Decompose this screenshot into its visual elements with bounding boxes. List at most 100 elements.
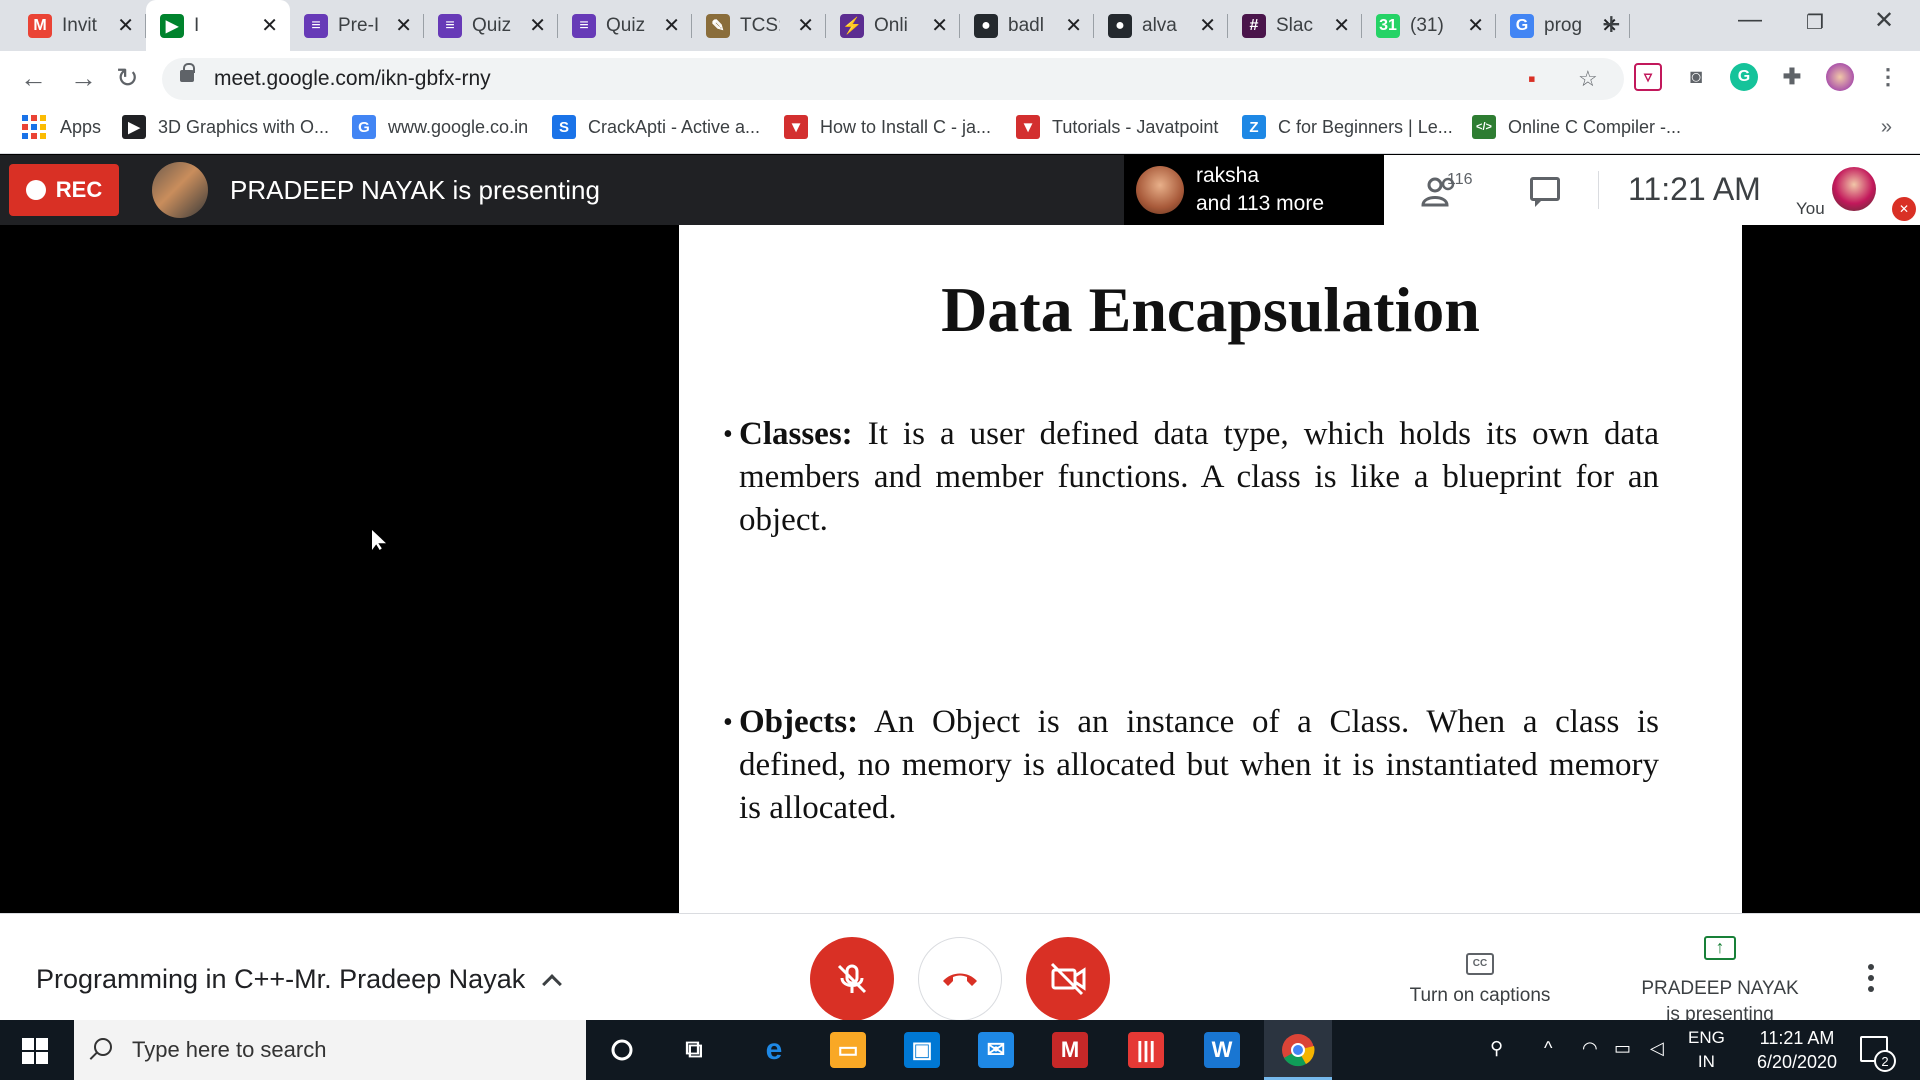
present-status-button[interactable]: PRADEEP NAYAK is presenting	[1620, 934, 1820, 1028]
bookmark-item[interactable]: </> Online C Compiler -...	[1472, 115, 1681, 139]
forms-icon: ≡	[304, 13, 328, 38]
profile-avatar[interactable]	[1826, 63, 1854, 91]
meeting-name: Programming in C++-Mr. Pradeep Nayak	[36, 964, 526, 994]
browser-tab[interactable]: ≡ Pre-I ✕	[290, 0, 424, 51]
windows-start-icon[interactable]	[22, 1038, 48, 1064]
office-app-icon[interactable]: |||	[1128, 1032, 1164, 1068]
meet-bottom-bar: Programming in C++-Mr. Pradeep Nayak CC …	[0, 913, 1920, 1025]
participant-more: and 113 more	[1196, 192, 1325, 215]
close-tab-icon[interactable]: ✕	[117, 13, 134, 38]
browser-tab[interactable]: ● badl ✕	[960, 0, 1094, 51]
presenting-title: PRADEEP NAYAK is presenting	[230, 175, 600, 205]
browser-tab-strip: M Invit ✕ ▶ I ✕ ≡ Pre-I ✕ ≡ Quiz ✕ ≡ Quiz ✕ ✎ TCS: ✕ ⚡ Onli…	[0, 0, 1920, 51]
more-options-icon[interactable]	[1868, 964, 1874, 997]
close-tab-icon[interactable]: ✕	[529, 13, 546, 38]
participants-chip[interactable]: raksha and 113 more	[1124, 155, 1384, 225]
close-tab-icon[interactable]: ✕	[1065, 13, 1082, 38]
close-tab-icon[interactable]: ✕	[261, 13, 278, 38]
mail-icon[interactable]: ✉	[978, 1032, 1014, 1068]
learn-icon: Z	[1242, 115, 1266, 139]
bookmark-item[interactable]: ▶ 3D Graphics with O...	[122, 115, 329, 139]
task-view-icon[interactable]: ⧉	[676, 1032, 712, 1068]
browser-tab[interactable]: 31 (31) ✕	[1362, 0, 1496, 51]
tcs-icon: ✎	[706, 13, 730, 38]
address-bar[interactable]: meet.google.com/ikn-gbfx-rny ▪ ☆	[162, 58, 1624, 100]
browser-tab[interactable]: # Slac ✕	[1228, 0, 1362, 51]
recording-badge[interactable]: REC	[9, 164, 119, 216]
tab-title: badl	[1008, 14, 1044, 36]
chrome-taskbar-item[interactable]	[1264, 1020, 1332, 1080]
leave-call-button[interactable]	[918, 937, 1002, 1021]
bullet-dot: •	[723, 707, 733, 738]
browser-tab[interactable]: ● alva ✕	[1094, 0, 1228, 51]
minimize-icon[interactable]: —	[1738, 6, 1762, 34]
store-icon[interactable]: ▣	[904, 1032, 940, 1068]
bookmark-label: Tutorials - Javatpoint	[1052, 116, 1219, 137]
browser-tab[interactable]: ≡ Quiz ✕	[558, 0, 692, 51]
close-tab-icon[interactable]: ✕	[1333, 13, 1350, 38]
apps-icon	[22, 115, 46, 139]
divider	[1598, 171, 1599, 209]
browser-menu-icon[interactable]: ⋮	[1874, 63, 1902, 91]
close-tab-icon[interactable]: ✕	[1199, 13, 1216, 38]
grammarly-extension-icon[interactable]: G	[1730, 63, 1758, 91]
tab-title: TCS:	[740, 14, 780, 36]
taskbar-search-box[interactable]: Type here to search	[74, 1020, 586, 1080]
browser-tab[interactable]: M Invit ✕	[14, 0, 146, 51]
system-clock[interactable]: 11:21 AM 6/20/2020	[1742, 1026, 1852, 1074]
close-tab-icon[interactable]: ✕	[1467, 13, 1484, 38]
bookmark-item[interactable]: ▼ Tutorials - Javatpoint	[1016, 115, 1218, 139]
chat-icon[interactable]	[1530, 177, 1560, 207]
bookmark-item[interactable]: Z C for Beginners | Le...	[1242, 115, 1453, 139]
meet-icon: ▶	[160, 13, 184, 38]
captions-label: Turn on captions	[1409, 985, 1551, 1006]
browser-tab[interactable]: ✎ TCS: ✕	[692, 0, 826, 51]
region-code: IN	[1697, 1052, 1715, 1071]
browser-tab[interactable]: ≡ Quiz ✕	[424, 0, 558, 51]
meeting-details-button[interactable]: Programming in C++-Mr. Pradeep Nayak	[36, 964, 563, 995]
close-window-icon[interactable]: ✕	[1874, 6, 1894, 35]
edge-icon[interactable]: e	[756, 1032, 792, 1068]
browser-tab[interactable]: ⚡ Onli ✕	[826, 0, 960, 51]
input-language[interactable]: ENG IN	[1688, 1026, 1725, 1074]
slide-bullet: • Classes: It is a user defined data typ…	[723, 413, 1659, 542]
show-hidden-icons[interactable]: ^	[1544, 1038, 1552, 1059]
bookmark-item[interactable]: Gwww.google.co.in	[352, 115, 528, 139]
forms-icon: ≡	[572, 13, 596, 38]
file-explorer-icon[interactable]: ▭	[830, 1032, 866, 1068]
bookmark-item[interactable]: S CrackApti - Active a...	[552, 115, 760, 139]
extensions-puzzle-icon[interactable]: ✚	[1778, 63, 1806, 91]
microphone-toggle-button[interactable]	[810, 937, 894, 1021]
browser-tab[interactable]: ▶ I ✕	[146, 0, 290, 51]
more-bookmarks-button[interactable]: »	[1881, 116, 1892, 139]
new-tab-button[interactable]: +	[1602, 6, 1621, 43]
close-tab-icon[interactable]: ✕	[663, 13, 680, 38]
volume-icon[interactable]: ◁	[1650, 1038, 1664, 1059]
bookmark-item[interactable]: ▼ How to Install C - ja...	[784, 115, 991, 139]
close-tab-icon[interactable]: ✕	[395, 13, 412, 38]
camera-blocked-icon[interactable]: ▪	[1528, 66, 1536, 92]
battery-icon[interactable]: ▭	[1614, 1038, 1631, 1059]
wps-writer-icon[interactable]: W	[1204, 1032, 1240, 1068]
cortana-icon[interactable]	[604, 1032, 640, 1068]
reload-icon[interactable]: ↻	[116, 63, 139, 94]
bookmark-star-icon[interactable]: ☆	[1578, 66, 1598, 92]
people-tray-icon[interactable]: ⚲	[1490, 1038, 1503, 1059]
self-avatar[interactable]	[1832, 167, 1876, 211]
screenshot-extension-icon[interactable]: ◙	[1682, 63, 1710, 91]
present-screen-icon	[1704, 934, 1736, 960]
back-icon[interactable]: ←	[20, 63, 47, 94]
lock-icon[interactable]	[180, 63, 195, 82]
close-tab-icon[interactable]: ✕	[797, 13, 814, 38]
close-tab-icon[interactable]: ✕	[931, 13, 948, 38]
meeting-clock: 11:21 AM	[1628, 171, 1761, 207]
camera-toggle-button[interactable]	[1026, 937, 1110, 1021]
restore-icon[interactable]: ❐	[1806, 10, 1824, 35]
wifi-icon[interactable]: ◠	[1582, 1038, 1598, 1059]
chevron-up-icon	[542, 973, 563, 994]
forward-icon[interactable]: →	[70, 63, 97, 94]
mcafee-icon[interactable]: M	[1052, 1032, 1088, 1068]
pocket-extension-icon[interactable]: ▿	[1634, 63, 1662, 91]
bookmark-item[interactable]: Apps	[22, 115, 101, 139]
captions-button[interactable]: CC Turn on captions	[1390, 950, 1570, 1007]
